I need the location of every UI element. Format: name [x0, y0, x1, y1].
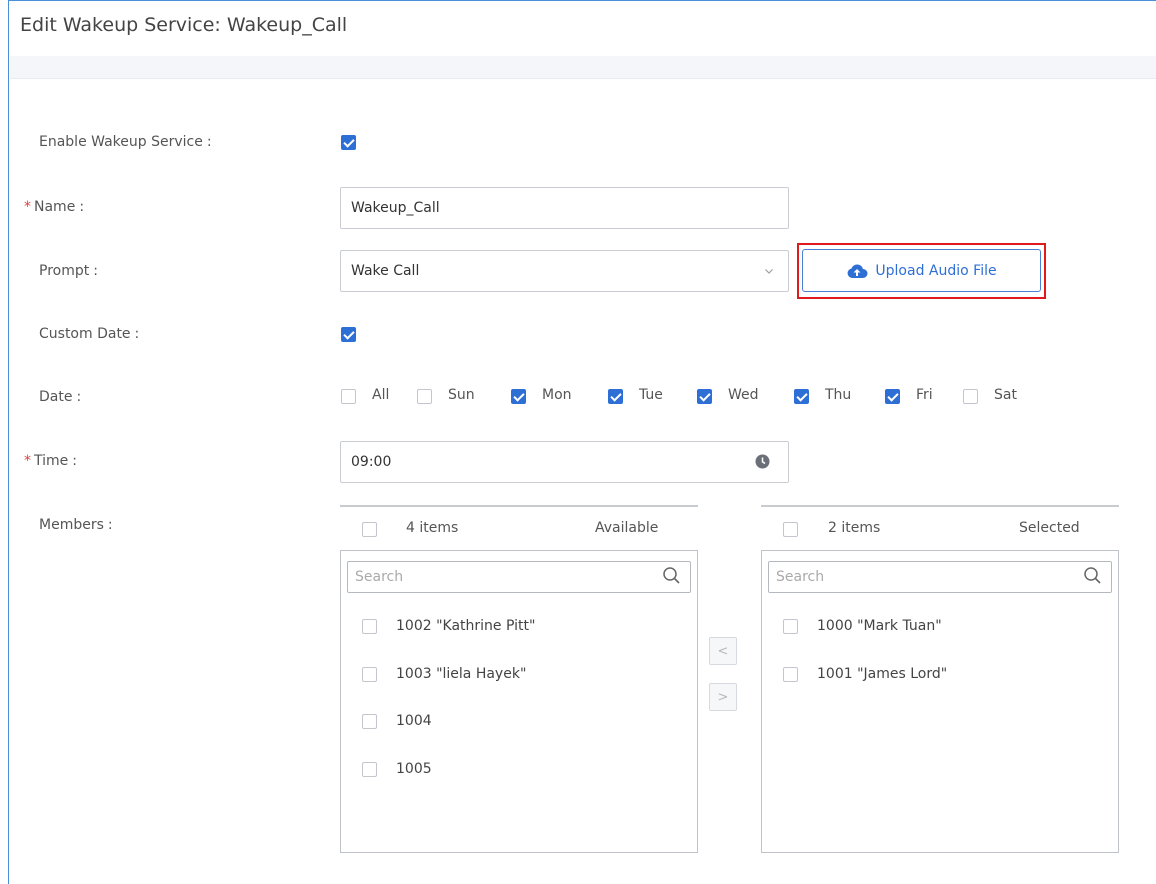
- upload-button-label: Upload Audio File: [875, 262, 997, 279]
- day-fri-checkbox[interactable]: [885, 389, 900, 404]
- selected-header-line: [761, 505, 1119, 507]
- day-all-checkbox[interactable]: [341, 389, 356, 404]
- available-list-item[interactable]: 1003 "liela Hayek": [362, 666, 526, 682]
- day-fri-label: Fri: [916, 387, 933, 403]
- available-list-item[interactable]: 1002 "Kathrine Pitt": [362, 618, 535, 634]
- selected-count: 2 items: [828, 520, 881, 536]
- day-sun-label: Sun: [448, 387, 475, 403]
- day-mon-label: Mon: [542, 387, 572, 403]
- day-tue-label: Tue: [639, 387, 663, 403]
- day-wed-checkbox[interactable]: [697, 389, 712, 404]
- enable-wakeup-checkbox[interactable]: [341, 135, 356, 150]
- page-title: Edit Wakeup Service: Wakeup_Call: [20, 14, 348, 36]
- search-icon: [1084, 567, 1101, 584]
- selected-list-panel: Search 1000 "Mark Tuan" 1001 "James Lord…: [761, 550, 1119, 853]
- day-sat-checkbox[interactable]: [963, 389, 978, 404]
- time-input[interactable]: 09:00: [340, 441, 789, 483]
- name-input[interactable]: Wakeup_Call: [340, 187, 789, 229]
- search-icon: [663, 567, 680, 584]
- day-sun-checkbox[interactable]: [417, 389, 432, 404]
- available-list-item[interactable]: 1004: [362, 713, 432, 729]
- selected-list-item[interactable]: 1000 "Mark Tuan": [783, 618, 942, 634]
- day-tue-checkbox[interactable]: [608, 389, 623, 404]
- title-divider: [10, 56, 1156, 79]
- item-checkbox[interactable]: [362, 666, 377, 682]
- cloud-upload-icon: [847, 263, 868, 278]
- move-left-button[interactable]: <: [709, 637, 737, 665]
- selected-search-input[interactable]: Search: [768, 561, 1112, 593]
- prompt-select[interactable]: Wake Call: [340, 250, 789, 292]
- custom-date-checkbox[interactable]: [341, 327, 356, 342]
- day-mon-checkbox[interactable]: [511, 389, 526, 404]
- day-sat-label: Sat: [994, 387, 1017, 403]
- members-label: Members:: [39, 517, 113, 533]
- item-checkbox[interactable]: [362, 618, 377, 634]
- available-title: Available: [595, 520, 659, 536]
- selected-select-all-checkbox[interactable]: [783, 522, 798, 537]
- day-all-label: All: [372, 387, 390, 403]
- item-checkbox[interactable]: [783, 666, 798, 682]
- item-checkbox[interactable]: [362, 761, 377, 777]
- name-label: * Name:: [24, 199, 85, 215]
- custom-date-label: Custom Date:: [39, 326, 140, 342]
- day-thu-label: Thu: [825, 387, 852, 403]
- available-search-input[interactable]: Search: [347, 561, 691, 593]
- day-wed-label: Wed: [728, 387, 759, 403]
- selected-title: Selected: [1019, 520, 1080, 536]
- item-checkbox[interactable]: [783, 618, 798, 634]
- chevron-down-icon: [764, 264, 774, 280]
- available-select-all-checkbox[interactable]: [362, 522, 377, 537]
- date-label: Date:: [39, 389, 82, 405]
- prompt-label: Prompt:: [39, 263, 98, 279]
- time-label: * Time:: [24, 453, 77, 469]
- available-header-line: [340, 505, 698, 507]
- enable-wakeup-label: Enable Wakeup Service:: [39, 134, 212, 150]
- available-list-item[interactable]: 1005: [362, 761, 432, 777]
- clock-icon[interactable]: [755, 454, 770, 473]
- day-thu-checkbox[interactable]: [794, 389, 809, 404]
- selected-list-item[interactable]: 1001 "James Lord": [783, 666, 947, 682]
- item-checkbox[interactable]: [362, 713, 377, 729]
- available-count: 4 items: [406, 520, 459, 536]
- available-list-panel: Search 1002 "Kathrine Pitt" 1003 "liela …: [340, 550, 698, 853]
- move-right-button[interactable]: >: [709, 683, 737, 711]
- upload-audio-file-button[interactable]: Upload Audio File: [802, 249, 1041, 292]
